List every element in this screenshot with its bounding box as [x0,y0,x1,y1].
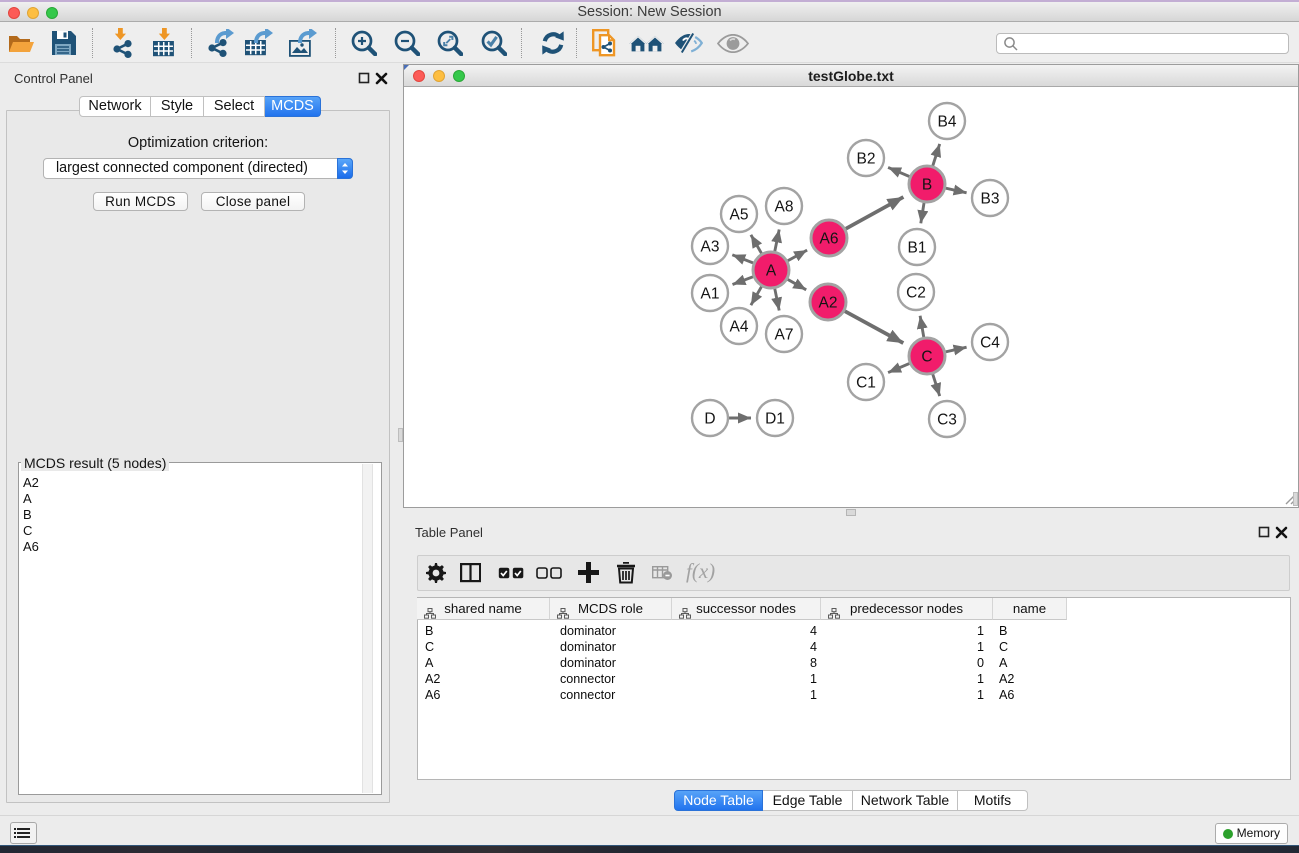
svg-text:B: B [922,177,932,194]
svg-text:D1: D1 [765,411,785,428]
svg-text:A8: A8 [775,199,794,216]
svg-text:B2: B2 [857,151,876,168]
svg-text:C2: C2 [906,285,926,302]
svg-text:C3: C3 [937,412,957,429]
svg-text:B4: B4 [938,114,957,131]
svg-text:A6: A6 [820,231,839,248]
svg-text:A2: A2 [819,295,838,312]
svg-text:B3: B3 [981,191,1000,208]
svg-text:A4: A4 [730,319,749,336]
svg-text:C4: C4 [980,335,1000,352]
svg-text:A3: A3 [701,239,720,256]
svg-text:D: D [704,411,715,428]
svg-text:B1: B1 [908,240,927,257]
svg-text:A7: A7 [775,327,794,344]
svg-text:A1: A1 [701,286,720,303]
svg-text:C: C [921,349,932,366]
svg-text:A: A [766,263,777,280]
svg-text:C1: C1 [856,375,876,392]
svg-text:A5: A5 [730,207,749,224]
